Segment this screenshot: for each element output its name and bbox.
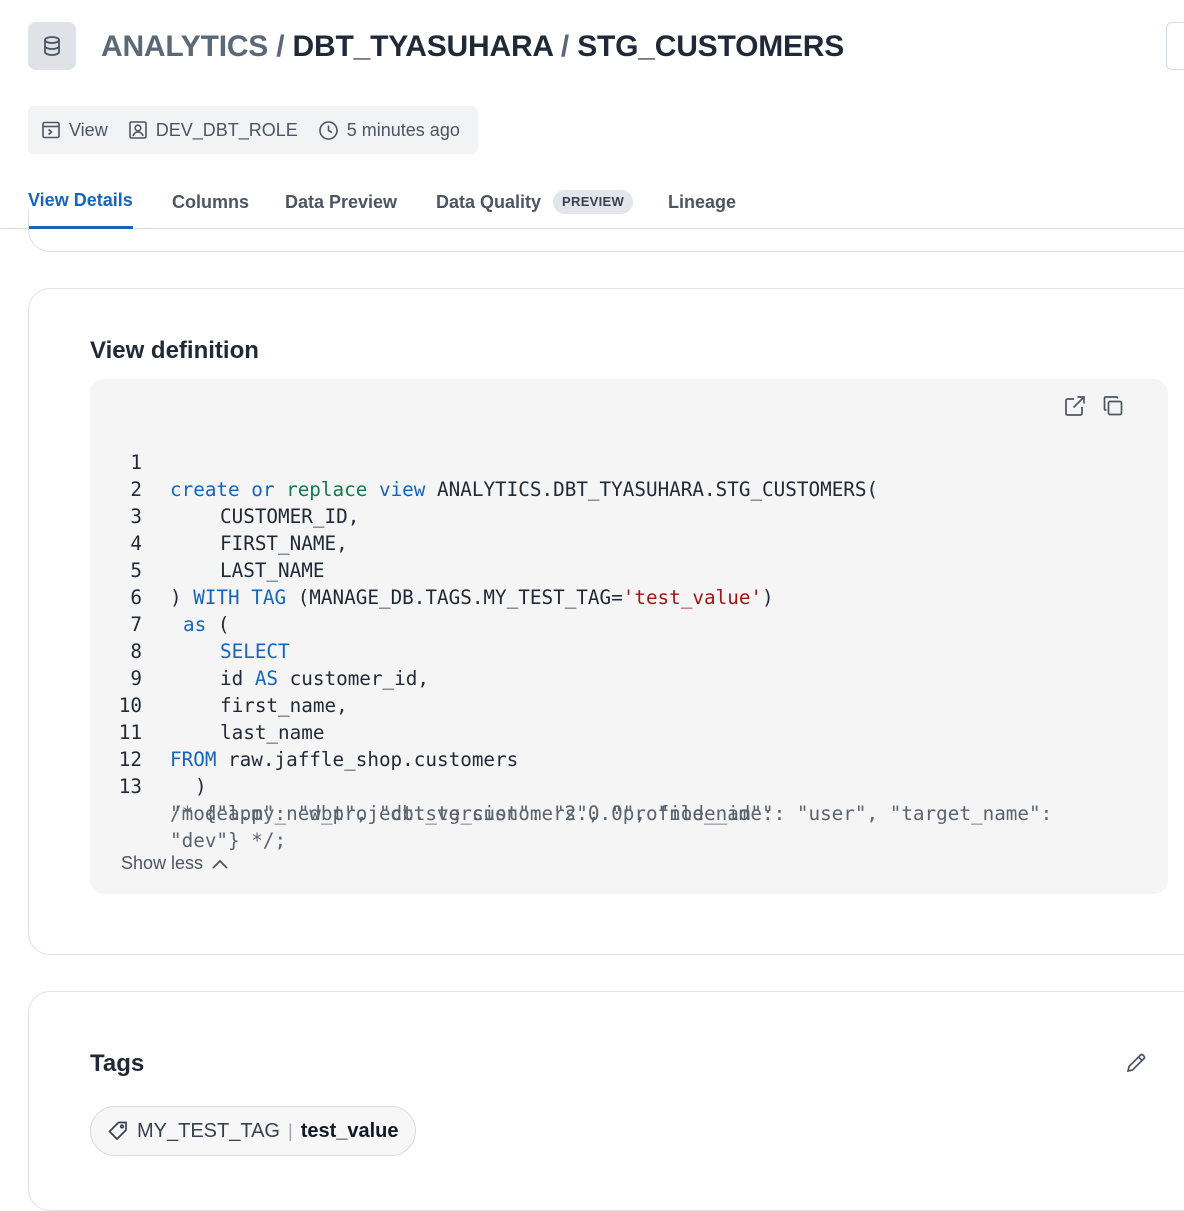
code-line: 12 ): [90, 719, 1168, 798]
breadcrumb-schema[interactable]: DBT_TYASUHARA: [293, 30, 553, 63]
code-comment: "dev"} */;: [170, 829, 287, 852]
tag-pill[interactable]: MY_TEST_TAG | test_value: [90, 1106, 416, 1156]
open-external-icon[interactable]: [1064, 395, 1086, 417]
tag-value: test_value: [300, 1119, 399, 1142]
breadcrumb-separator: /: [560, 30, 570, 63]
code-line: 8 id AS customer_id,: [90, 611, 1168, 690]
code-line: 13 /* {"app": "dbt", "dbt_version": "2.0…: [90, 746, 1168, 825]
code-line: 1 create or replace view ANALYTICS.DBT_T…: [90, 422, 1168, 501]
code-line: "model.my_new_project.stg_customers", "p…: [90, 773, 1168, 825]
tags-title: Tags: [90, 1050, 145, 1077]
code-panel: 1 create or replace view ANALYTICS.DBT_T…: [90, 379, 1168, 894]
view-icon: [42, 121, 60, 139]
code-line: 9 first_name,: [90, 638, 1168, 717]
tag-separator: |: [288, 1120, 293, 1141]
code-block: 1 create or replace view ANALYTICS.DBT_T…: [90, 422, 1168, 852]
meta-updated-label: 5 minutes ago: [346, 119, 460, 140]
code-line: 3 FIRST_NAME,: [90, 476, 1168, 555]
edit-pencil-icon[interactable]: [1125, 1052, 1147, 1074]
breadcrumb-object: STG_CUSTOMERS: [577, 30, 845, 63]
code-line: 7 SELECT: [90, 584, 1168, 663]
show-less-label: Show less: [121, 853, 204, 873]
chevron-up-icon: [212, 859, 228, 869]
tags-card: Tags MY_TEST_TAG | test_value: [28, 991, 1184, 1211]
code-line: 2 CUSTOMER_ID,: [90, 449, 1168, 528]
view-definition-card: View definition 1 create or replace view…: [28, 288, 1184, 955]
code-line: 10 last_name: [90, 665, 1168, 744]
code-line: 11 FROM raw.jaffle_shop.customers: [90, 692, 1168, 771]
copy-icon[interactable]: [1102, 395, 1124, 417]
tag-key: MY_TEST_TAG: [137, 1119, 280, 1142]
header-action-button[interactable]: [1166, 22, 1184, 70]
clock-icon: [318, 120, 338, 140]
meta-type: View: [41, 120, 108, 141]
meta-role-label: DEV_DBT_ROLE: [155, 119, 298, 140]
breadcrumb-database[interactable]: ANALYTICS: [101, 30, 268, 63]
code-line: 6 as (: [90, 557, 1168, 636]
code-line: 5 ) WITH TAG (MANAGE_DB.TAGS.MY_TEST_TAG…: [90, 530, 1168, 609]
tag-icon: [108, 1121, 127, 1141]
database-icon: [28, 22, 76, 70]
meta-type-label: View: [69, 119, 108, 140]
user-badge-icon: [128, 121, 147, 139]
view-definition-title: View definition: [90, 337, 259, 364]
page-title: ANALYTICS / DBT_TYASUHARA / STG_CUSTOMER…: [101, 26, 844, 68]
code-actions: [1064, 395, 1124, 417]
code-line: 4 LAST_NAME: [90, 503, 1168, 582]
code-line: "dev"} */;: [90, 800, 1168, 852]
breadcrumb-separator: /: [276, 30, 285, 63]
show-less-button[interactable]: Show less: [121, 853, 229, 874]
object-meta-bar: View DEV_DBT_ROLE 5 minutes ago: [28, 106, 478, 154]
meta-updated: 5 minutes ago: [318, 120, 460, 141]
meta-role: DEV_DBT_ROLE: [128, 120, 298, 141]
previous-card-edge: [28, 210, 1184, 252]
